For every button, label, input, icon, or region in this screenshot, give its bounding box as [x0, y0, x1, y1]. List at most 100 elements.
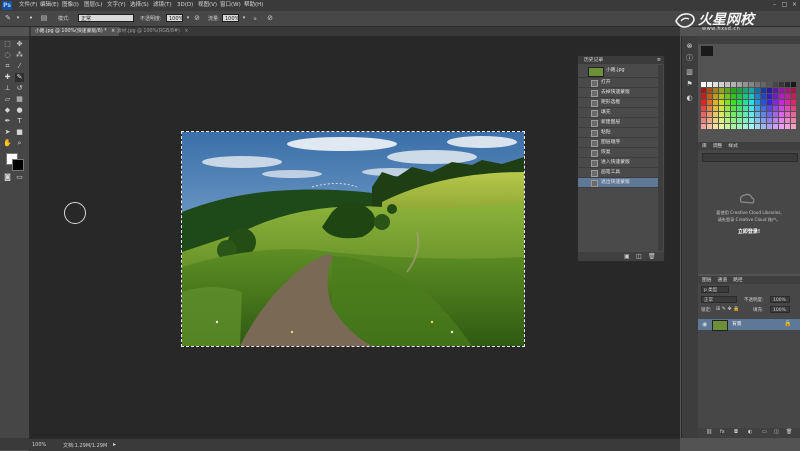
history-item[interactable]: 去掉快速蒙版: [578, 88, 658, 98]
tab-paths[interactable]: 路径: [729, 278, 743, 283]
color-swatch[interactable]: [707, 82, 712, 87]
panel-clone-icon[interactable]: ⚑: [685, 80, 694, 89]
history-item[interactable]: 打开: [578, 78, 658, 88]
menu-item-3[interactable]: 图像(I): [62, 1, 79, 10]
history-item[interactable]: 退出快速蒙版: [578, 178, 658, 188]
history-item[interactable]: 新建图层: [578, 118, 658, 128]
color-swatch[interactable]: [719, 88, 724, 93]
document-image[interactable]: [181, 131, 525, 347]
zoom-level[interactable]: 100%: [32, 442, 46, 448]
brush-panel-icon[interactable]: ▤: [40, 14, 48, 22]
color-swatch[interactable]: [749, 124, 754, 129]
brush-preset-icon[interactable]: ✎: [4, 14, 12, 22]
screen-mode-icon[interactable]: ▭: [15, 173, 24, 182]
color-swatch[interactable]: [773, 118, 778, 123]
color-swatch[interactable]: [761, 124, 766, 129]
color-swatch[interactable]: [749, 106, 754, 111]
color-swatch[interactable]: [743, 100, 748, 105]
color-swatch[interactable]: [719, 112, 724, 117]
color-swatch[interactable]: [719, 124, 724, 129]
color-swatch[interactable]: [725, 106, 730, 111]
layer-style-icon[interactable]: fx: [720, 429, 725, 435]
color-swatch[interactable]: [791, 82, 796, 87]
menu-item-6[interactable]: 选择(S): [130, 1, 149, 10]
panel-brush-icon[interactable]: ▥: [685, 68, 694, 77]
color-swatch[interactable]: [701, 118, 706, 123]
color-swatch[interactable]: [773, 82, 778, 87]
color-swatch[interactable]: [737, 82, 742, 87]
color-swatch[interactable]: [791, 112, 796, 117]
menu-item-7[interactable]: 滤镜(T): [153, 1, 172, 10]
menu-item-11[interactable]: 帮助(H): [244, 1, 263, 10]
cc-login-link[interactable]: 立即登录!: [698, 228, 800, 235]
color-swatch[interactable]: [701, 100, 706, 105]
color-swatch[interactable]: [761, 106, 766, 111]
pressure-opacity-icon[interactable]: ⊘: [193, 14, 201, 22]
color-swatch[interactable]: [701, 94, 706, 99]
color-swatch[interactable]: [743, 94, 748, 99]
color-swatch[interactable]: [701, 88, 706, 93]
history-panel-header[interactable]: 历史记录 ≡: [578, 56, 664, 64]
color-swatch[interactable]: [725, 118, 730, 123]
lock-pixels-icon[interactable]: ⊞ ✎ ✥ 🔒: [716, 306, 740, 312]
color-swatch[interactable]: [749, 82, 754, 87]
color-swatch[interactable]: [785, 112, 790, 117]
color-swatch[interactable]: [713, 82, 718, 87]
color-swatch[interactable]: [737, 106, 742, 111]
color-swatch[interactable]: [707, 124, 712, 129]
color-swatch[interactable]: [767, 112, 772, 117]
color-swatch[interactable]: [785, 106, 790, 111]
color-swatch[interactable]: [731, 82, 736, 87]
color-swatch[interactable]: [779, 106, 784, 111]
history-item[interactable]: 填充: [578, 108, 658, 118]
color-swatch[interactable]: [779, 88, 784, 93]
color-swatch[interactable]: [713, 94, 718, 99]
color-swatch[interactable]: [761, 82, 766, 87]
color-swatch[interactable]: [785, 88, 790, 93]
tab-libraries[interactable]: 库: [698, 144, 707, 149]
color-swatch[interactable]: [755, 88, 760, 93]
minimize-button[interactable]: –: [771, 1, 778, 8]
color-swatch[interactable]: [713, 106, 718, 111]
shape-tool-icon[interactable]: ■: [15, 128, 24, 137]
color-swatch[interactable]: [731, 94, 736, 99]
color-swatch[interactable]: [779, 112, 784, 117]
history-item[interactable]: 矩形选框: [578, 98, 658, 108]
color-swatch[interactable]: [767, 124, 772, 129]
color-swatch[interactable]: [713, 112, 718, 117]
color-swatch[interactable]: [707, 106, 712, 111]
layer-opacity-input[interactable]: 100%: [770, 296, 790, 303]
add-mask-icon[interactable]: ◘: [734, 429, 738, 435]
color-panel-header[interactable]: [698, 36, 800, 44]
maximize-button[interactable]: □: [781, 1, 788, 8]
color-swatch[interactable]: [785, 94, 790, 99]
color-swatch[interactable]: [743, 124, 748, 129]
color-swatch[interactable]: [773, 94, 778, 99]
rectangular-marquee-icon[interactable]: ⬚: [3, 40, 12, 49]
color-swatch[interactable]: [755, 118, 760, 123]
menu-item-8[interactable]: 3D(D): [177, 1, 193, 10]
panel-adjust-icon[interactable]: ◐: [685, 94, 694, 103]
history-item[interactable]: 粘贴: [578, 128, 658, 138]
color-swatch[interactable]: [719, 118, 724, 123]
color-swatch[interactable]: [749, 100, 754, 105]
close-button[interactable]: ×: [791, 1, 798, 8]
color-swatch[interactable]: [743, 118, 748, 123]
color-swatch[interactable]: [785, 82, 790, 87]
color-swatch[interactable]: [785, 124, 790, 129]
tab-layers[interactable]: 图层: [698, 278, 712, 283]
menu-item-1[interactable]: 文件(F): [19, 1, 37, 10]
history-item[interactable]: 恢复: [578, 148, 658, 158]
layer-fill-input[interactable]: 100%: [770, 306, 790, 313]
color-swatch[interactable]: [791, 88, 796, 93]
color-swatch[interactable]: [737, 124, 742, 129]
color-swatch[interactable]: [779, 82, 784, 87]
link-layers-icon[interactable]: ⛓: [706, 429, 712, 435]
preset-dropdown-icon[interactable]: ▾: [14, 14, 22, 22]
color-swatch[interactable]: [719, 94, 724, 99]
menu-item-9[interactable]: 视图(V): [198, 1, 217, 10]
color-swatch[interactable]: [707, 118, 712, 123]
color-swatch[interactable]: [725, 82, 730, 87]
adjustment-layer-icon[interactable]: ◐: [748, 429, 752, 435]
healing-brush-icon[interactable]: ✚: [3, 73, 12, 82]
